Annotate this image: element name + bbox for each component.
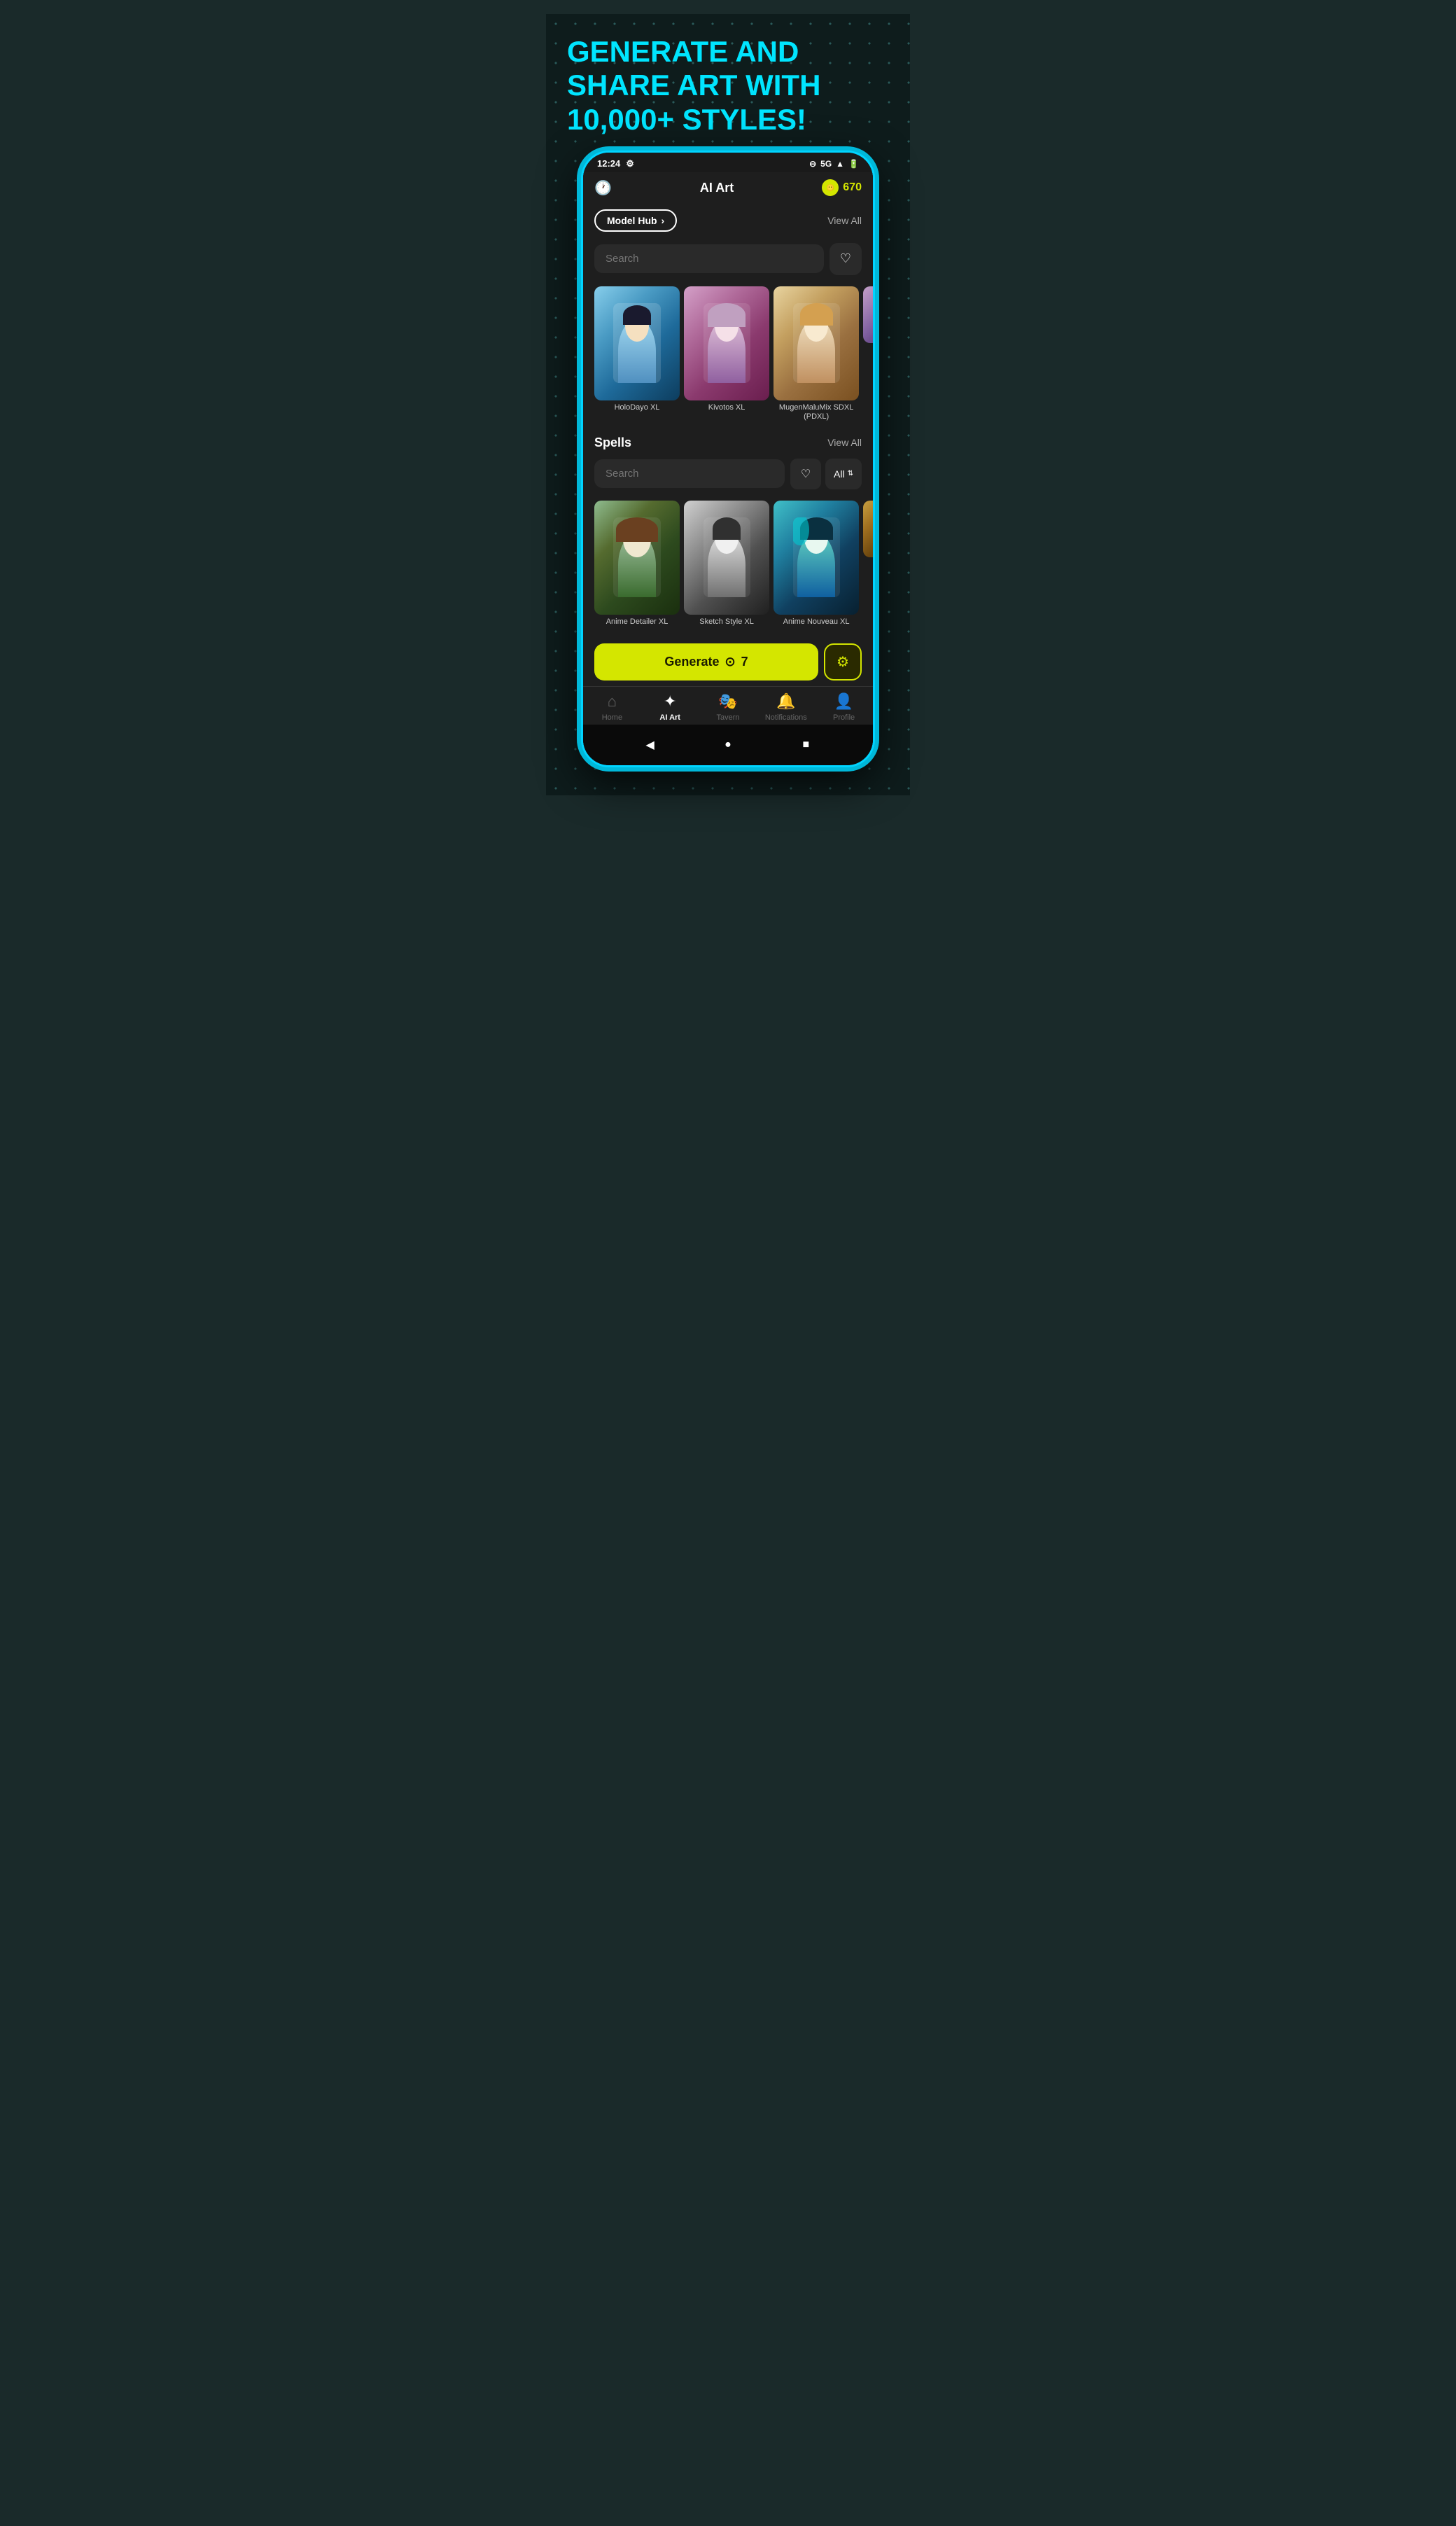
tab-home[interactable]: ⌂ Home bbox=[583, 692, 641, 722]
list-item: MugenMaluMix SDXL (PDXL) bbox=[774, 286, 859, 421]
spell-label-3: Deta... bbox=[863, 560, 873, 569]
phone-frame: 12:24 ⚙ ⊖ 5G ▲ 🔋 🕐 AI Art 😶 670 bbox=[581, 151, 875, 767]
model-image-2 bbox=[774, 286, 859, 400]
model-search-input[interactable] bbox=[594, 244, 824, 273]
spell-image-1 bbox=[684, 501, 769, 615]
model-image-0 bbox=[594, 286, 680, 400]
spells-view-all[interactable]: View All bbox=[827, 437, 862, 448]
network-label: 5G bbox=[820, 159, 832, 169]
page-wrapper: GENERATE AND SHARE ART WITH 10,000+ STYL… bbox=[546, 14, 910, 795]
tab-tavern[interactable]: 🎭 Tavern bbox=[699, 692, 757, 722]
spells-search-input[interactable] bbox=[594, 459, 785, 488]
headline-section: GENERATE AND SHARE ART WITH 10,000+ STYL… bbox=[546, 14, 910, 151]
tab-profile[interactable]: 👤 Profile bbox=[815, 692, 873, 722]
list-item: Anime Detailer XL bbox=[594, 501, 680, 627]
tab-notifications-label: Notifications bbox=[765, 713, 807, 722]
spells-title: Spells bbox=[594, 435, 631, 450]
spell-label-2: Anime Nouveau XL bbox=[774, 617, 859, 627]
generate-settings-button[interactable]: ⚙ bbox=[824, 643, 862, 681]
recents-button[interactable]: ■ bbox=[795, 734, 816, 755]
time-display: 12:24 bbox=[597, 158, 620, 169]
coin-icon: 😶 bbox=[822, 179, 839, 196]
list-item: An... bbox=[863, 286, 873, 421]
dnd-icon: ⊖ bbox=[809, 159, 816, 169]
list-item: HoloDayo XL bbox=[594, 286, 680, 421]
tab-notifications[interactable]: 🔔 Notifications bbox=[757, 692, 815, 722]
generate-button[interactable]: Generate ⊙ 7 bbox=[594, 643, 818, 681]
coin-badge: 😶 670 bbox=[822, 179, 862, 196]
top-nav: 🕐 AI Art 😶 670 bbox=[583, 172, 873, 204]
model-image-3 bbox=[863, 286, 873, 343]
spell-image-0 bbox=[594, 501, 680, 615]
spells-heart-button[interactable]: ♡ bbox=[790, 459, 821, 489]
model-label-0: HoloDayo XL bbox=[594, 403, 680, 412]
model-label-3: An... bbox=[863, 346, 873, 355]
spells-filter-all[interactable]: All ⇅ bbox=[825, 459, 862, 489]
status-bar: 12:24 ⚙ ⊖ 5G ▲ 🔋 bbox=[583, 153, 873, 172]
spells-grid: Anime Detailer XL Sketch Style XL bbox=[583, 495, 873, 632]
model-label-1: Kivotos XL bbox=[684, 403, 769, 412]
model-heart-button[interactable]: ♡ bbox=[830, 243, 862, 275]
spells-search-row: ♡ All ⇅ bbox=[583, 453, 873, 495]
spell-label-1: Sketch Style XL bbox=[684, 617, 769, 627]
tab-tavern-label: Tavern bbox=[716, 713, 739, 722]
model-image-1 bbox=[684, 286, 769, 400]
tab-ai-art[interactable]: ✦ AI Art bbox=[641, 692, 699, 722]
list-item: Sketch Style XL bbox=[684, 501, 769, 627]
spell-image-2 bbox=[774, 501, 859, 615]
spell-image-3 bbox=[863, 501, 873, 557]
model-hub-button[interactable]: Model Hub › bbox=[594, 209, 677, 232]
bell-icon: 🔔 bbox=[776, 692, 795, 711]
app-content: 🕐 AI Art 😶 670 Model Hub › View All bbox=[583, 172, 873, 765]
spells-header: Spells View All bbox=[583, 427, 873, 453]
list-item: Deta... bbox=[863, 501, 873, 627]
tavern-icon: 🎭 bbox=[718, 692, 737, 711]
tab-bar: ⌂ Home ✦ AI Art 🎭 Tavern 🔔 Notifications… bbox=[583, 686, 873, 725]
model-hub-view-all[interactable]: View All bbox=[827, 215, 862, 226]
list-item: Kivotos XL bbox=[684, 286, 769, 421]
model-label-2: MugenMaluMix SDXL (PDXL) bbox=[774, 403, 859, 421]
nav-bar: ◀ ● ■ bbox=[583, 725, 873, 765]
app-title: AI Art bbox=[700, 181, 734, 195]
status-right: ⊖ 5G ▲ 🔋 bbox=[809, 159, 859, 169]
models-grid: HoloDayo XL Kivotos XL bbox=[583, 281, 873, 427]
person-icon: 👤 bbox=[834, 692, 853, 711]
status-left: 12:24 ⚙ bbox=[597, 158, 634, 169]
sparkle-icon: ✦ bbox=[664, 692, 676, 711]
list-item: Anime Nouveau XL bbox=[774, 501, 859, 627]
model-search-row: ♡ bbox=[583, 237, 873, 281]
signal-icon: ▲ bbox=[836, 159, 844, 169]
tab-ai-art-label: AI Art bbox=[659, 713, 680, 722]
coin-count: 670 bbox=[843, 181, 862, 194]
battery-icon: 🔋 bbox=[848, 159, 859, 169]
home-icon: ⌂ bbox=[608, 692, 617, 711]
model-hub-header: Model Hub › View All bbox=[583, 204, 873, 237]
headline-text: GENERATE AND SHARE ART WITH 10,000+ STYL… bbox=[567, 35, 889, 137]
filter-buttons: ♡ All ⇅ bbox=[790, 459, 862, 489]
history-icon[interactable]: 🕐 bbox=[594, 179, 612, 197]
tab-home-label: Home bbox=[602, 713, 622, 722]
back-button[interactable]: ◀ bbox=[640, 734, 661, 755]
settings-icon: ⚙ bbox=[626, 158, 634, 169]
home-button[interactable]: ● bbox=[718, 734, 738, 755]
tab-profile-label: Profile bbox=[833, 713, 855, 722]
generate-row: Generate ⊙ 7 ⚙ bbox=[583, 632, 873, 686]
spell-label-0: Anime Detailer XL bbox=[594, 617, 680, 627]
